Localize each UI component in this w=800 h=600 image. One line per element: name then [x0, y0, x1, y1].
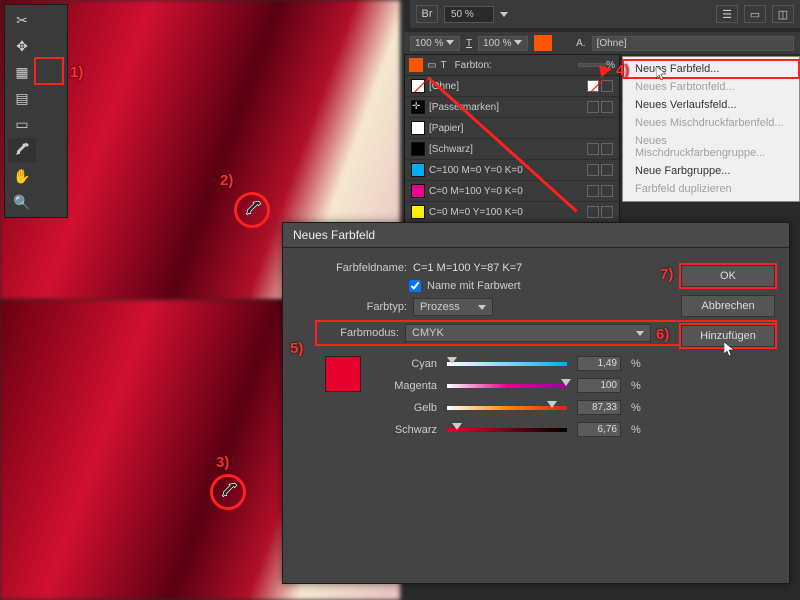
- menu-new-swatch[interactable]: Neues Farbfeld...: [623, 60, 799, 78]
- horiz-scale[interactable]: 100 %: [410, 36, 460, 51]
- character-bar: 100 % T 100 % A. [Ohne]: [404, 32, 800, 54]
- hand-tool[interactable]: ✋: [8, 164, 36, 188]
- free-transform-tool[interactable]: ✥: [8, 34, 36, 58]
- swatches-panel: ▭ T Farbton: % [Ohne] ✛ [Passermarken] […: [404, 54, 620, 224]
- swatch-row[interactable]: C=0 M=100 Y=0 K=0: [405, 181, 619, 202]
- yellow-label: Gelb: [373, 402, 437, 414]
- anno-1: 1): [70, 64, 83, 81]
- magenta-value[interactable]: 100: [577, 378, 621, 393]
- bridge-button[interactable]: Br: [416, 5, 438, 23]
- magenta-slider[interactable]: [447, 381, 567, 391]
- anno-4: 4): [616, 62, 629, 79]
- anno-7: 7): [660, 266, 673, 283]
- swatch-row[interactable]: [Papier]: [405, 118, 619, 139]
- black-chip: [411, 142, 425, 156]
- new-swatch-dialog: Neues Farbfeld Farbfeldname: C=1 M=100 Y…: [282, 222, 790, 584]
- control-bar: Br 50 % ☰ ▭ ◫: [410, 0, 800, 28]
- registration-chip: ✛: [411, 100, 425, 114]
- menu-new-gradient[interactable]: Neues Verlaufsfeld...: [623, 96, 799, 114]
- menu-duplicate-swatch: Farbfeld duplizieren: [623, 180, 799, 198]
- cyan-chip: [411, 163, 425, 177]
- black-slider[interactable]: [447, 425, 567, 435]
- anno-3: 3): [216, 454, 229, 471]
- anno-box-1: [34, 57, 64, 85]
- color-preview: [325, 356, 361, 392]
- yellow-value[interactable]: 87,33: [577, 400, 621, 415]
- swatch-row[interactable]: C=100 M=0 Y=0 K=0: [405, 160, 619, 181]
- ok-button[interactable]: OK: [681, 265, 775, 287]
- note-tool[interactable]: ▭: [8, 112, 36, 136]
- menu-new-colorgroup[interactable]: Neue Farbgruppe...: [623, 162, 799, 180]
- fill-proxy[interactable]: [534, 35, 552, 51]
- view-options-icon[interactable]: ☰: [716, 5, 738, 23]
- vert-scale[interactable]: 100 %: [478, 36, 528, 51]
- swatchname-value: C=1 M=100 Y=87 K=7: [413, 262, 522, 274]
- swatch-row[interactable]: C=0 M=0 Y=100 K=0: [405, 202, 619, 223]
- none-swatch-chip: [411, 79, 425, 93]
- gradient-tool[interactable]: ▤: [8, 86, 36, 110]
- cursor-arrow-icon: [724, 342, 736, 358]
- name-with-color-checkbox[interactable]: [409, 280, 421, 292]
- colortype-select[interactable]: Prozess: [413, 298, 493, 316]
- swatch-row[interactable]: ✛ [Passermarken]: [405, 97, 619, 118]
- swatches-flyout-menu: Neues Farbfeld... Neues Farbtonfeld... N…: [622, 56, 800, 202]
- yellow-slider[interactable]: [447, 403, 567, 413]
- colormode-select[interactable]: CMYK: [405, 324, 651, 342]
- anno-2: 2): [220, 172, 233, 189]
- zoom-tool[interactable]: 🔍: [8, 190, 36, 214]
- black-label: Schwarz: [373, 424, 437, 436]
- anno-6: 6): [656, 326, 669, 343]
- text-tool-icon: T: [466, 38, 472, 49]
- cancel-button[interactable]: Abbrechen: [681, 295, 775, 317]
- gradient-swatch-tool[interactable]: ▦: [8, 60, 36, 84]
- menu-new-tint: Neues Farbtonfeld...: [623, 78, 799, 96]
- tint-label: Farbton:: [447, 60, 579, 71]
- arrange-icon[interactable]: ◫: [772, 5, 794, 23]
- menu-new-mixedink: Neues Mischdruckfarbenfeld...: [623, 114, 799, 132]
- magenta-chip: [411, 184, 425, 198]
- paper-chip: [411, 121, 425, 135]
- cyan-label: Cyan: [373, 358, 437, 370]
- cursor-arrow-icon: [656, 66, 668, 82]
- magenta-label: Magenta: [373, 380, 437, 392]
- charstyle-field[interactable]: [Ohne]: [592, 36, 794, 51]
- cyan-value[interactable]: 1,49: [577, 356, 621, 371]
- name-with-color-label: Name mit Farbwert: [427, 280, 521, 292]
- black-value[interactable]: 6,76: [577, 422, 621, 437]
- zoom-field[interactable]: 50 %: [444, 6, 494, 23]
- swatch-row[interactable]: [Schwarz]: [405, 139, 619, 160]
- screen-mode-icon[interactable]: ▭: [744, 5, 766, 23]
- cyan-slider[interactable]: [447, 359, 567, 369]
- scissors-tool[interactable]: ✂: [8, 8, 36, 32]
- anno-5: 5): [290, 340, 303, 357]
- eyedropper-tool[interactable]: [8, 138, 36, 162]
- yellow-chip: [411, 205, 425, 219]
- colormode-label: Farbmodus:: [321, 327, 399, 339]
- menu-new-mixedink-group: Neues Mischdruckfarbengruppe...: [623, 132, 799, 162]
- swatchname-label: Farbfeldname:: [317, 262, 407, 274]
- fill-icon[interactable]: [409, 58, 423, 72]
- anno-arrowhead: [599, 63, 613, 77]
- tool-panel: ✂ ✥ ▦ ▤ ▭ ✋ 🔍: [4, 4, 68, 218]
- dialog-title: Neues Farbfeld: [283, 223, 789, 248]
- colortype-label: Farbtyp:: [341, 301, 407, 313]
